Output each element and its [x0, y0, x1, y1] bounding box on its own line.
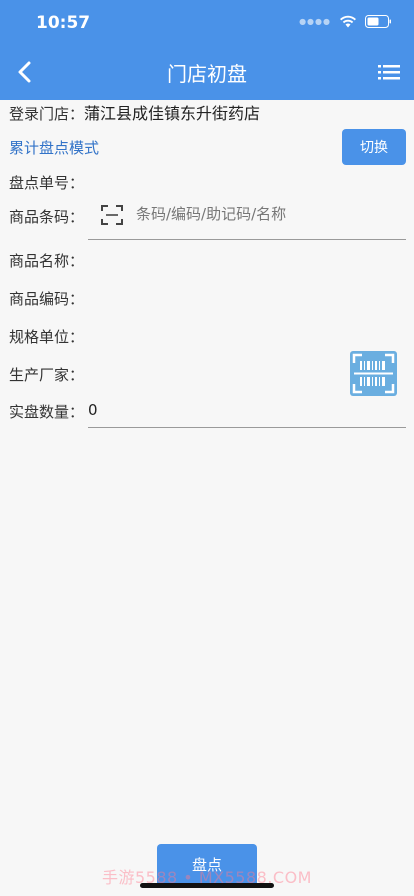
manufacturer-row: 生产厂家： — [9, 364, 84, 385]
home-indicator — [140, 883, 274, 888]
wifi-icon — [340, 15, 356, 28]
battery-icon — [365, 15, 391, 28]
barcode-row: 商品条码： — [9, 206, 84, 227]
submit-count-button[interactable]: 盘点 — [157, 844, 257, 884]
page-title: 门店初盘 — [167, 62, 247, 86]
order-no-label: 盘点单号： — [9, 174, 85, 192]
order-no-row: 盘点单号： — [9, 172, 84, 193]
store-value: 蒲江县成佳镇东升街药店 — [84, 104, 261, 123]
barcode-input[interactable] — [136, 201, 396, 227]
status-icons: ●●●● — [299, 15, 392, 28]
store-label: 登录门店： — [9, 105, 85, 123]
actual-qty-label: 实盘数量： — [9, 403, 85, 421]
qty-row: 实盘数量： — [9, 401, 84, 422]
status-bar: 10:57 ●●●● — [0, 0, 414, 44]
qty-underline — [88, 427, 406, 428]
spec-row: 规格单位： — [9, 326, 84, 347]
name-row: 商品名称： — [9, 250, 84, 271]
barcode-label: 商品条码： — [9, 208, 85, 226]
product-name-label: 商品名称： — [9, 252, 85, 270]
spec-unit-label: 规格单位： — [9, 328, 85, 346]
cellular-signal-icon: ●●●● — [299, 17, 331, 26]
product-code-label: 商品编码： — [9, 290, 85, 308]
status-time: 10:57 — [36, 13, 91, 33]
scan-icon[interactable] — [101, 204, 123, 226]
switch-mode-button[interactable]: 切换 — [342, 129, 406, 165]
barcode-underline — [88, 239, 406, 240]
store-row: 登录门店：蒲江县成佳镇东升街药店 — [9, 100, 260, 124]
app-header: 10:57 ●●●● 门店初盘 — [0, 0, 414, 100]
barcode-scanner-icon[interactable] — [350, 351, 397, 396]
manufacturer-label: 生产厂家： — [9, 366, 85, 384]
mode-text: 累计盘点模式 — [9, 139, 100, 157]
code-row: 商品编码： — [9, 288, 84, 309]
list-menu-icon[interactable] — [378, 61, 400, 83]
nav-bar: 门店初盘 — [0, 48, 414, 96]
actual-qty-input[interactable] — [88, 397, 388, 423]
